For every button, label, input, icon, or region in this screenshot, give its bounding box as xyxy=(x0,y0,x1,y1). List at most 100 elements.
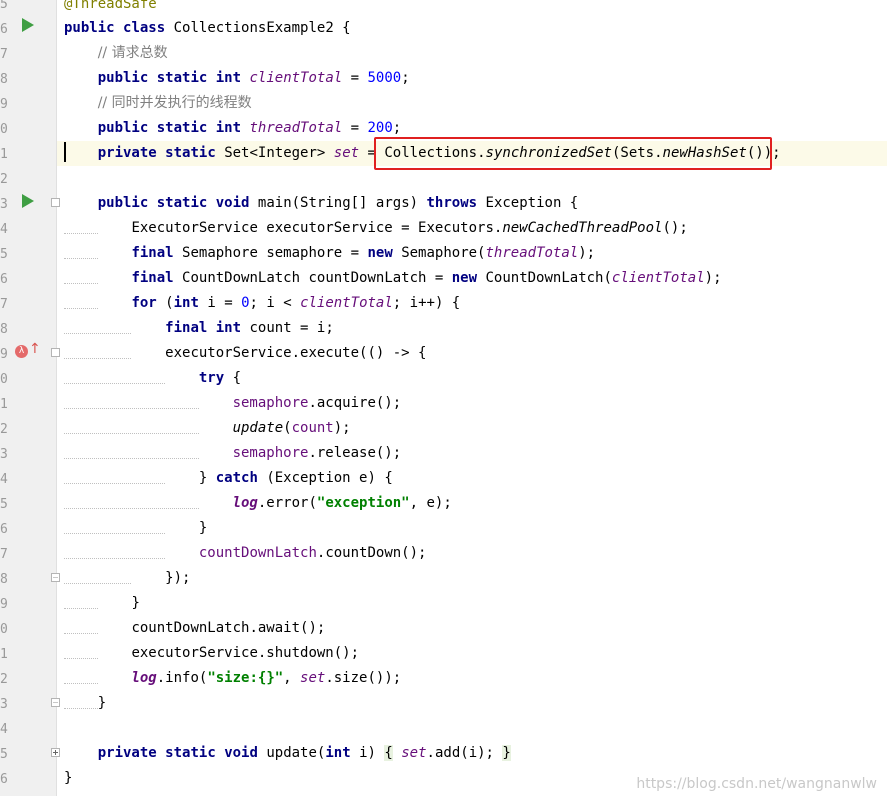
keyword: new xyxy=(451,270,478,286)
keyword: public xyxy=(97,120,149,136)
field-name: clientTotal xyxy=(300,295,393,311)
code-line-14: ExecutorService executorService = Execut… xyxy=(64,216,887,241)
keyword: void xyxy=(224,745,258,761)
code-text: .size()); xyxy=(325,670,402,686)
operator: = xyxy=(342,120,368,136)
captured-variable: count xyxy=(291,420,334,436)
keyword: public xyxy=(64,20,115,36)
keyword: new xyxy=(367,245,393,261)
comment: // 请求总数 xyxy=(97,45,168,61)
code-line-21: semaphore.acquire(); xyxy=(64,391,887,416)
keyword: catch xyxy=(215,470,258,486)
field-name: set xyxy=(401,745,427,761)
number-literal: 200 xyxy=(367,120,393,136)
keyword: int xyxy=(215,320,242,336)
folded-brace[interactable]: } xyxy=(502,745,511,761)
method-signature: main(String[] args) xyxy=(257,195,419,211)
code-text: executorService.shutdown(); xyxy=(131,645,360,661)
annotation: @ThreadSafe xyxy=(64,0,157,12)
code-text: Semaphore semaphore = xyxy=(182,245,368,261)
folded-brace[interactable]: { xyxy=(384,745,393,761)
code-text: ); xyxy=(704,270,722,286)
keyword: int xyxy=(325,745,351,761)
code-line-31: executorService.shutdown(); xyxy=(64,641,887,666)
keyword: final xyxy=(131,245,174,261)
code-text: .error( xyxy=(257,495,317,511)
code-line-24: } catch (Exception e) { xyxy=(64,466,887,491)
keyword: throws xyxy=(426,195,478,211)
code-text: Semaphore( xyxy=(401,245,486,261)
semicolon: ; xyxy=(392,120,402,136)
code-text: }); xyxy=(165,570,191,586)
keyword: static xyxy=(156,120,208,136)
code-text: { xyxy=(224,370,242,386)
code-line-19: executorService.execute(() -> { xyxy=(64,341,887,366)
code-text: , e); xyxy=(409,495,452,511)
code-text: ( xyxy=(283,420,292,436)
class-name: CollectionsExample2 { xyxy=(173,20,351,36)
keyword: static xyxy=(165,145,216,161)
code-line-28: }); xyxy=(64,566,887,591)
code-line-5: @ThreadSafe xyxy=(64,0,887,17)
captured-variable: countDownLatch xyxy=(198,545,317,561)
number-literal: 0 xyxy=(241,295,250,311)
code-text: count = i; xyxy=(249,320,334,336)
code-line-15: final Semaphore semaphore = new Semaphor… xyxy=(64,241,887,266)
string-literal: "size:{}" xyxy=(207,670,284,686)
keyword: try xyxy=(198,370,225,386)
field-name: threadTotal xyxy=(485,245,579,261)
captured-variable: semaphore xyxy=(232,445,309,461)
code-text: countDownLatch.await(); xyxy=(131,620,326,636)
keyword: final xyxy=(131,270,174,286)
keyword: private xyxy=(97,745,157,761)
code-line-9: // 同时并发执行的线程数 xyxy=(64,91,887,116)
operator: = xyxy=(342,70,368,86)
keyword: static xyxy=(156,195,208,211)
field-name: threadTotal xyxy=(249,120,343,136)
code-line-27: countDownLatch.countDown(); xyxy=(64,541,887,566)
code-text: } xyxy=(198,470,216,486)
code-text: } xyxy=(131,595,140,611)
code-text: (Exception e) { xyxy=(257,470,393,486)
code-editor[interactable]: @ThreadSafe public class CollectionsExam… xyxy=(0,0,887,796)
code-line-33: } xyxy=(64,691,887,716)
code-line-26: } xyxy=(64,516,887,541)
code-text: ); xyxy=(578,245,596,261)
logger-field: log xyxy=(131,670,157,686)
code-line-20: try { xyxy=(64,366,887,391)
code-text: } xyxy=(198,520,208,536)
code-line-18: final int count = i; xyxy=(64,316,887,341)
field-name: set xyxy=(300,670,326,686)
keyword: final xyxy=(165,320,208,336)
comment: // 同时并发执行的线程数 xyxy=(97,95,252,111)
code-line-25: log.error("exception", e); xyxy=(64,491,887,516)
code-line-30: countDownLatch.await(); xyxy=(64,616,887,641)
code-text: executorService.execute(() -> { xyxy=(165,345,427,361)
keyword: int xyxy=(173,295,199,311)
code-text: .release(); xyxy=(308,445,402,461)
code-text: i = xyxy=(198,295,242,311)
keyword: int xyxy=(215,70,242,86)
keyword: public xyxy=(97,195,149,211)
code-line-8: public static int clientTotal = 5000; xyxy=(64,66,887,91)
code-line-32: log.info("size:{}", set.size()); xyxy=(64,666,887,691)
keyword: static xyxy=(156,70,208,86)
keyword: private xyxy=(97,145,157,161)
code-line-17: for (int i = 0; i < clientTotal; i++) { xyxy=(64,291,887,316)
field-name: set xyxy=(333,145,360,161)
code-text: } xyxy=(97,695,107,711)
code-text: ; i++) { xyxy=(392,295,461,311)
code-line-16: final CountDownLatch countDownLatch = ne… xyxy=(64,266,887,291)
code-text: .info( xyxy=(156,670,208,686)
type-name: Set<Integer> xyxy=(224,145,326,161)
static-method: update xyxy=(232,420,284,436)
code-text: ExecutorService executorService = Execut… xyxy=(131,220,503,236)
code-line-22: update(count); xyxy=(64,416,887,441)
code-text: ( xyxy=(165,295,174,311)
code-line-6: public class CollectionsExample2 { xyxy=(64,16,887,41)
string-literal: "exception" xyxy=(316,495,410,511)
code-line-7: // 请求总数 xyxy=(64,41,887,66)
text-cursor xyxy=(64,142,66,162)
code-text: i) xyxy=(350,745,385,761)
code-text: (); xyxy=(662,220,688,236)
